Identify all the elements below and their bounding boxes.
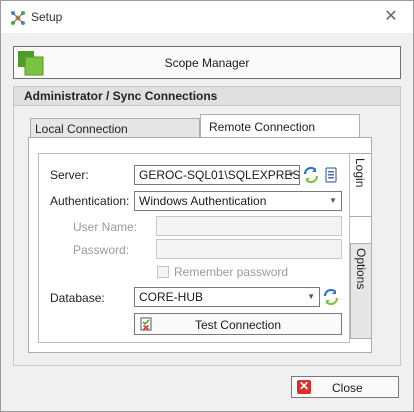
scope-manager-button[interactable]: Scope Manager — [13, 46, 401, 79]
window-close-icon[interactable]: ✕ — [381, 7, 401, 27]
chevron-down-icon: ▼ — [307, 292, 315, 301]
group-header: Administrator / Sync Connections — [14, 87, 400, 106]
refresh-database-icon[interactable] — [322, 288, 340, 306]
server-label: Server: — [50, 168, 89, 182]
scope-manager-label: Scope Manager — [164, 56, 250, 70]
tab-remote-connection[interactable]: Remote Connection — [200, 114, 360, 138]
server-value: GEROC-SQL01\SQLEXPRES — [139, 168, 300, 182]
username-input[interactable] — [156, 216, 342, 236]
authentication-value: Windows Authentication — [139, 194, 267, 208]
group-title: Administrator / Sync Connections — [24, 89, 218, 103]
app-icon — [11, 11, 25, 25]
authentication-select[interactable]: Windows Authentication ▼ — [134, 191, 342, 211]
refresh-icon[interactable] — [302, 166, 320, 184]
side-tab-options[interactable]: Options — [350, 243, 372, 339]
database-combobox[interactable]: CORE-HUB ▼ — [134, 287, 320, 307]
remember-password-checkbox[interactable] — [157, 266, 169, 278]
username-label: User Name: — [73, 220, 138, 234]
side-tab-options-label: Options — [354, 248, 368, 290]
database-value: CORE-HUB — [139, 290, 204, 304]
authentication-label: Authentication: — [50, 194, 130, 208]
tab-local-connection[interactable]: Local Connection — [30, 118, 200, 138]
chevron-down-icon: ▼ — [287, 170, 295, 179]
side-tab-login[interactable]: Login — [350, 153, 372, 217]
remember-password-label: Remember password — [174, 265, 289, 279]
close-button[interactable]: ✕ Close — [291, 376, 399, 398]
chevron-down-icon: ▼ — [329, 196, 337, 205]
test-connection-label: Test Connection — [194, 318, 282, 332]
password-input[interactable] — [156, 239, 342, 259]
test-connection-button[interactable]: Test Connection — [134, 313, 342, 335]
password-label: Password: — [73, 243, 130, 257]
window-title: Setup — [31, 10, 63, 24]
server-combobox[interactable]: GEROC-SQL01\SQLEXPRES ▼ — [134, 165, 300, 185]
close-icon: ✕ — [297, 379, 311, 394]
close-label: Close — [332, 381, 363, 395]
server-browse-icon[interactable] — [322, 166, 340, 184]
database-label: Database: — [50, 291, 105, 305]
title-bar: Setup ✕ — [1, 1, 413, 33]
side-tab-login-label: Login — [353, 158, 367, 188]
